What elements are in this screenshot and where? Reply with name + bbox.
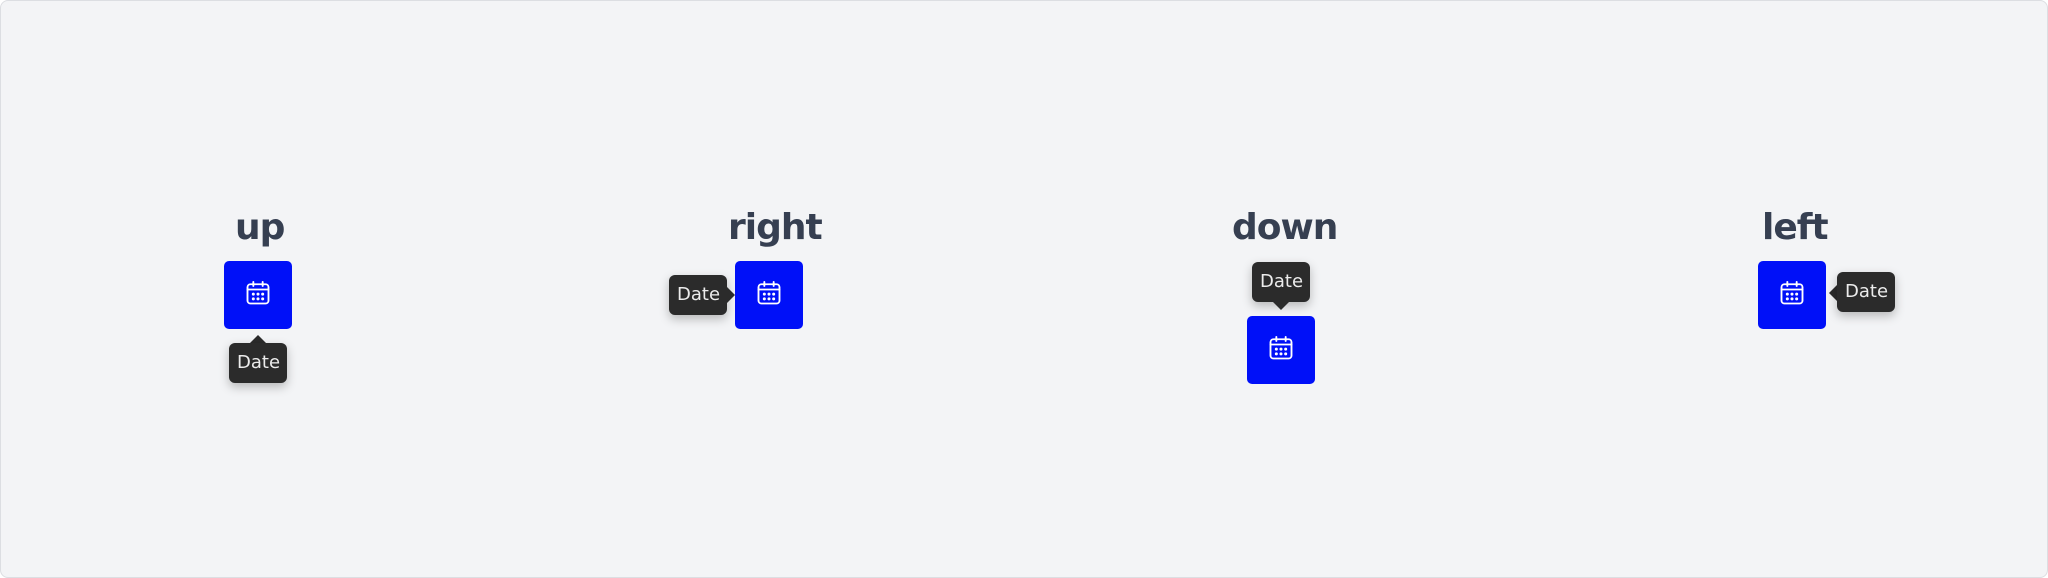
tooltip: Date (1252, 262, 1310, 302)
demo-heading: right (728, 207, 823, 248)
tooltip: Date (229, 343, 287, 383)
calendar-icon (1778, 279, 1806, 311)
tooltip-arrow-up (250, 335, 266, 343)
demo-heading: left (1762, 207, 1829, 248)
demo-heading: down (1232, 207, 1338, 248)
tooltip-arrow-down (1273, 302, 1289, 310)
tooltip-arrow-right (727, 287, 735, 303)
tooltip-arrow-left (1829, 285, 1837, 301)
tooltip: Date (1837, 272, 1895, 312)
demo-heading: up (235, 207, 285, 248)
calendar-button[interactable] (1247, 316, 1315, 384)
tooltip: Date (669, 275, 727, 315)
calendar-icon (1267, 334, 1295, 366)
calendar-button[interactable] (224, 261, 292, 329)
calendar-icon (755, 279, 783, 311)
demo-canvas: up Date right Date down Date left Date (0, 0, 2048, 578)
calendar-icon (244, 279, 272, 311)
calendar-button[interactable] (735, 261, 803, 329)
calendar-button[interactable] (1758, 261, 1826, 329)
